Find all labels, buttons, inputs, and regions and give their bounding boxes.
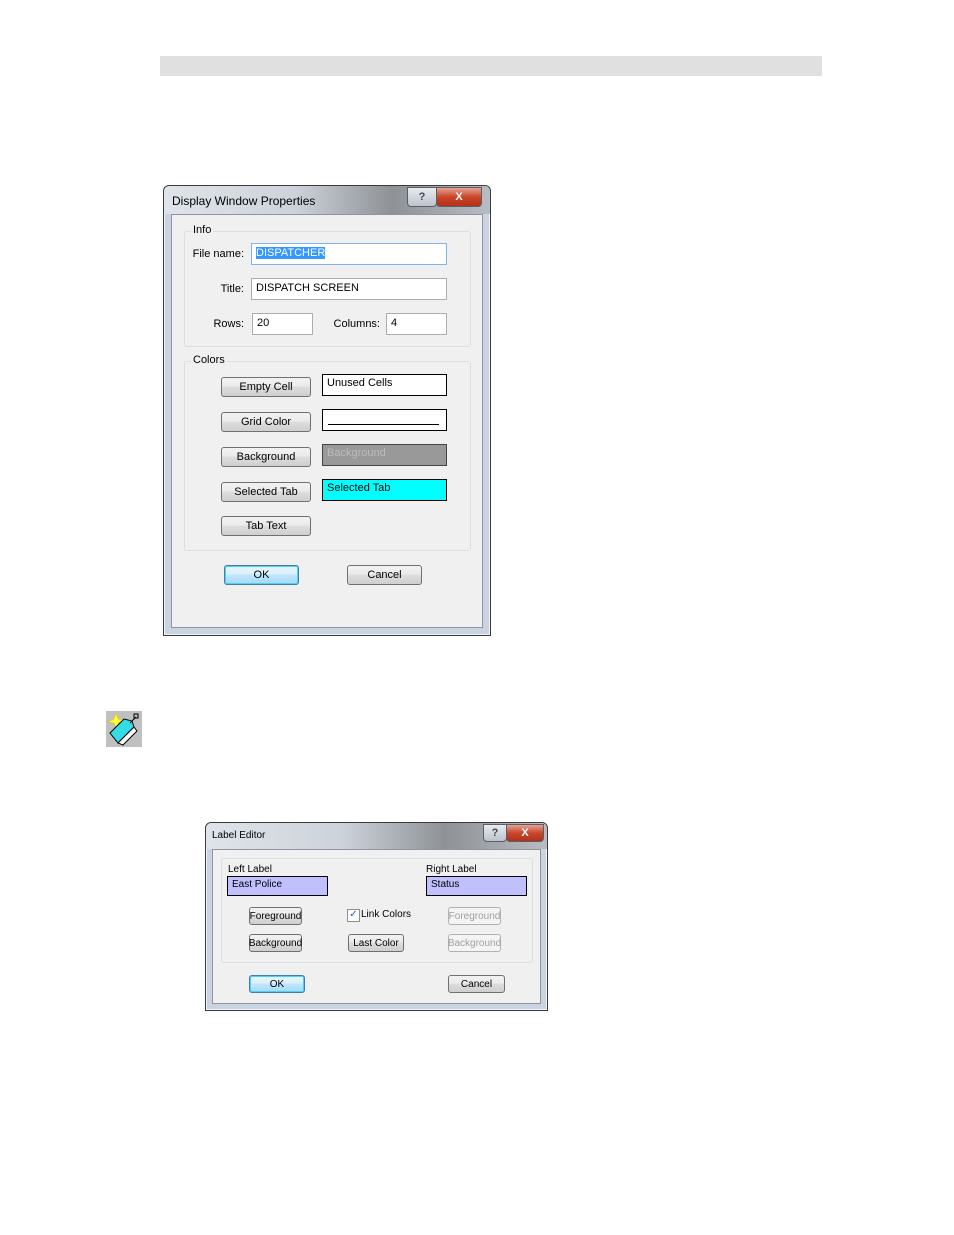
last-color-button[interactable]: Last Color (348, 934, 404, 952)
tag-icon-graphic (107, 712, 139, 746)
rows-label: Rows: (213, 318, 244, 330)
link-colors-checkbox[interactable]: ✓ (347, 909, 360, 922)
file-name-value: DISPATCHER (256, 247, 326, 259)
cancel-button[interactable]: Cancel (448, 975, 505, 993)
help-icon: ? (491, 827, 499, 839)
title-input[interactable]: DISPATCH SCREEN (251, 278, 447, 300)
right-background-button[interactable]: Background (448, 934, 501, 952)
file-name-input[interactable]: DISPATCHER (251, 243, 447, 265)
ok-button[interactable]: OK (249, 975, 305, 993)
dialog-client: Left Label East Police Right Label Statu… (212, 849, 541, 1004)
grid-color-swatch (322, 409, 447, 431)
ok-button[interactable]: OK (224, 565, 299, 585)
tab-text-button[interactable]: Tab Text (221, 516, 311, 536)
columns-label: Columns: (333, 318, 380, 330)
colors-group-label: Colors (191, 354, 227, 366)
background-swatch: Background (322, 444, 447, 466)
close-button[interactable]: X (436, 187, 482, 207)
cancel-button[interactable]: Cancel (347, 565, 422, 585)
label-tag-icon (106, 711, 142, 747)
title-bar: Label Editor ? X (206, 823, 547, 849)
info-group-label: Info (191, 224, 214, 236)
grid-line-sample (328, 424, 439, 425)
close-icon: X (521, 827, 529, 839)
close-icon: X (455, 191, 463, 203)
display-window-properties-dialog: Display Window Properties ? X Info File … (163, 185, 491, 636)
close-button[interactable]: X (506, 824, 544, 842)
columns-input[interactable]: 4 (386, 313, 447, 335)
header-bar (160, 56, 822, 76)
help-button[interactable]: ? (483, 824, 507, 842)
link-colors-label: Link Colors (361, 909, 412, 920)
label-editor-dialog: Label Editor ? X Left Label East Police … (205, 822, 548, 1011)
title-bar: Display Window Properties ? X (164, 186, 490, 214)
selected-tab-swatch: Selected Tab (322, 479, 447, 501)
right-label-input[interactable]: Status (426, 876, 527, 896)
left-label-caption: Left Label (228, 864, 272, 875)
dialog-title: Label Editor (212, 830, 266, 841)
empty-cell-button[interactable]: Empty Cell (221, 377, 311, 397)
right-foreground-button[interactable]: Foreground (448, 907, 501, 925)
grid-color-button[interactable]: Grid Color (221, 412, 311, 432)
empty-cell-swatch: Unused Cells (322, 374, 447, 396)
dialog-title: Display Window Properties (172, 194, 316, 208)
title-label: Title: (220, 283, 244, 295)
left-label-input[interactable]: East Police (227, 876, 328, 896)
selected-tab-button[interactable]: Selected Tab (221, 482, 311, 502)
background-button[interactable]: Background (221, 447, 311, 467)
dialog-client: Info File name: DISPATCHER Title: DISPAT… (171, 214, 483, 628)
right-label-caption: Right Label (426, 864, 477, 875)
left-foreground-button[interactable]: Foreground (249, 907, 302, 925)
file-name-label: File name: (192, 248, 244, 260)
help-icon: ? (418, 191, 426, 203)
left-background-button[interactable]: Background (249, 934, 302, 952)
rows-input[interactable]: 20 (252, 313, 313, 335)
help-button[interactable]: ? (407, 187, 437, 207)
